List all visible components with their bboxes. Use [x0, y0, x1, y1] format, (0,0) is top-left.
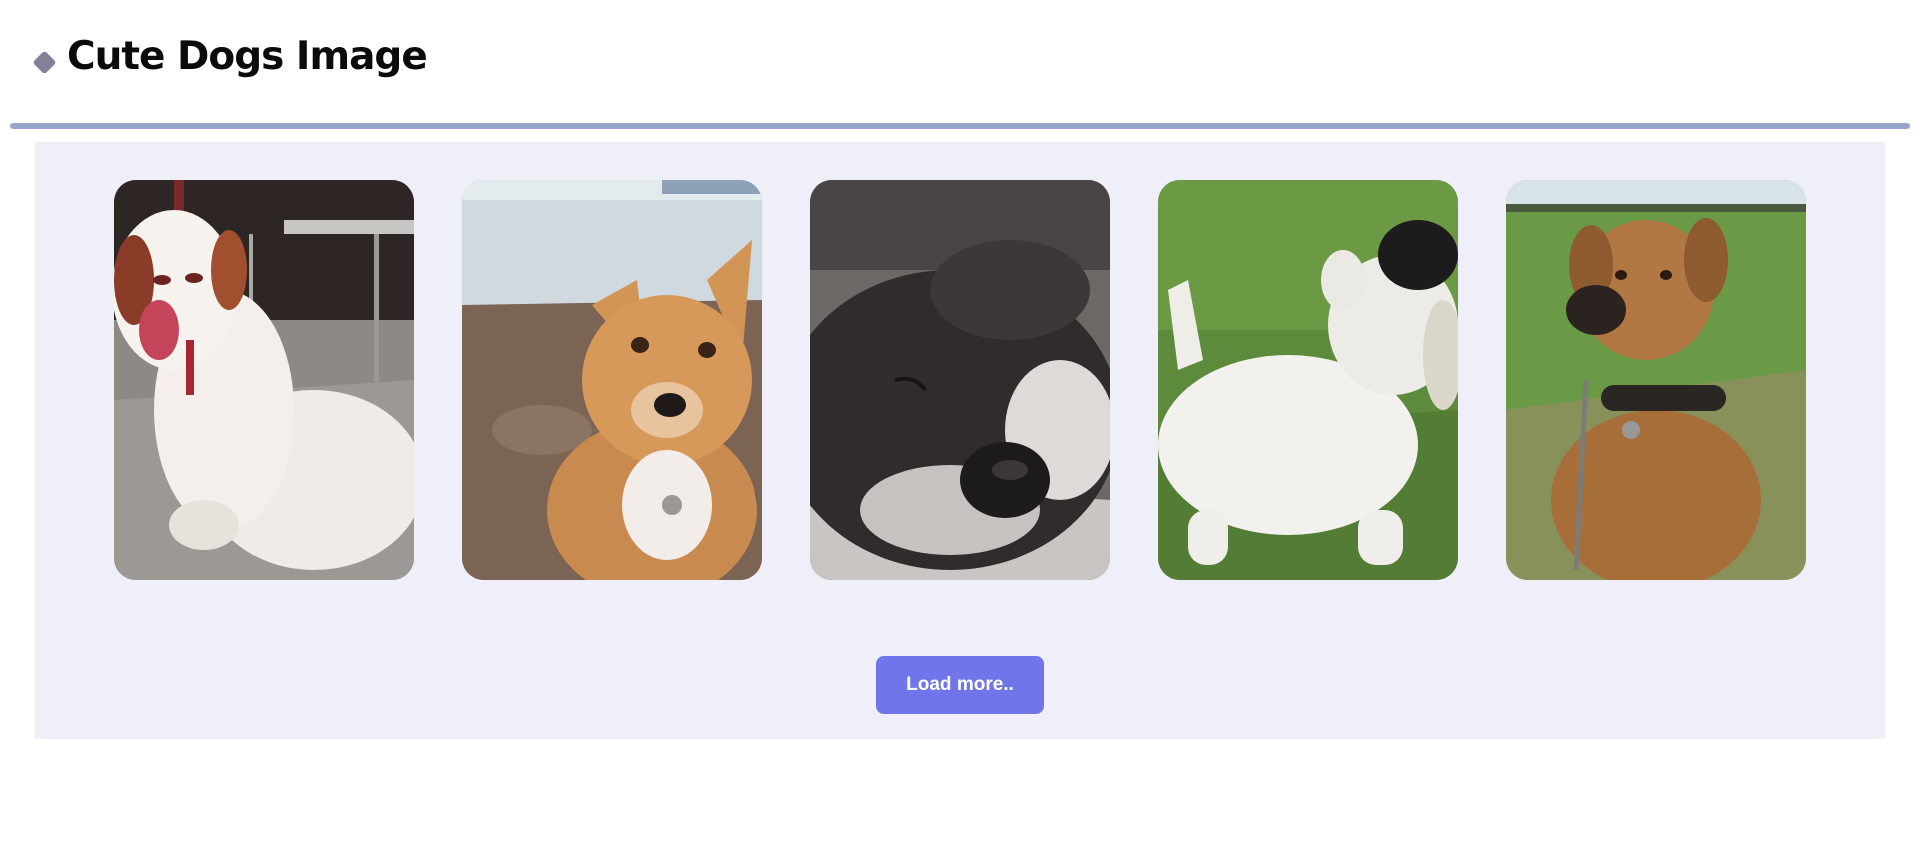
- diamond-logo-icon: [32, 50, 57, 75]
- image-gallery: Load more..: [35, 142, 1885, 739]
- dog-photo-image: [1158, 180, 1458, 580]
- dog-image-card[interactable]: [1158, 180, 1458, 580]
- page-title: Cute Dogs Image: [67, 34, 428, 79]
- dog-photo-image: [114, 180, 414, 580]
- dog-photo-image: [1506, 180, 1806, 580]
- dog-image-card[interactable]: [462, 180, 762, 580]
- dog-photo-image: [462, 180, 762, 580]
- dog-photo-image: [810, 180, 1110, 580]
- page-header: Cute Dogs Image: [0, 0, 1919, 126]
- load-more-button[interactable]: Load more..: [876, 656, 1044, 714]
- dog-image-card[interactable]: [810, 180, 1110, 580]
- header-divider: [10, 123, 1910, 129]
- dog-image-card[interactable]: [1506, 180, 1806, 580]
- dog-image-card[interactable]: [114, 180, 414, 580]
